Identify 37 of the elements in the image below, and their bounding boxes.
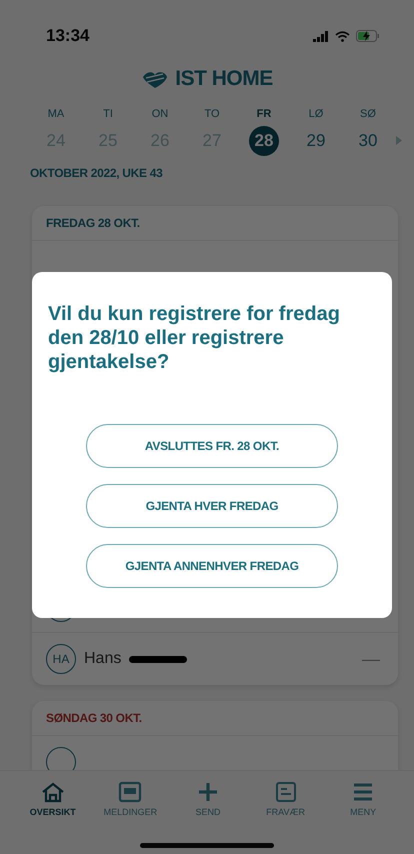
logo-icon (141, 69, 170, 89)
wifi-icon (335, 30, 350, 42)
calendar-day[interactable]: 29 (301, 126, 331, 156)
nav-tab[interactable]: FRAVÆR (246, 781, 324, 829)
status-time: 13:34 (46, 26, 90, 46)
signal-icon (313, 30, 329, 42)
plus-icon (196, 781, 219, 803)
day-heading: FREDAG 28 OKT. (32, 206, 398, 241)
option-button[interactable]: AVSLUTTES FR. 28 OKT. (86, 424, 338, 468)
nav-tab[interactable]: SEND (169, 781, 247, 829)
home-icon (40, 781, 65, 803)
nav-tab[interactable]: MELDINGER (92, 781, 170, 829)
weekday-label: MA (48, 108, 64, 120)
person-name: Hans (84, 650, 122, 668)
message-board-icon (118, 781, 142, 803)
option-button[interactable]: GJENTA HVER FREDAG (86, 484, 338, 528)
next-week-icon[interactable] (396, 136, 402, 145)
day-heading: SØNDAG 30 OKT. (32, 701, 398, 736)
month-week-label: OKTOBER 2022, UKE 43 (29, 165, 164, 180)
battery-charging-icon (356, 30, 380, 42)
form-icon (274, 781, 298, 803)
weekday-label: ON (152, 108, 168, 120)
avatar-circle: HA (46, 644, 76, 674)
weekday-label: LØ (308, 108, 324, 120)
calendar-day[interactable]: 28 (249, 126, 279, 156)
nav-tab[interactable]: MENY (324, 781, 402, 829)
weekday-label: SØ (360, 108, 376, 120)
menu-icon (352, 781, 374, 803)
dialog-question: Vil du kun registrere for fredag den 28/10 eller registrere gjentakelse? (48, 302, 341, 374)
nav-tab[interactable]: OVERSIKT (14, 781, 92, 829)
weekday-label: FR (256, 108, 272, 120)
calendar-day[interactable]: 30 (353, 126, 383, 156)
weekday-label: TI (103, 108, 113, 120)
status-dash: — (362, 648, 380, 670)
option-button[interactable]: GJENTA ANNENHVER FREDAG (86, 544, 338, 588)
weekday-label: TO (204, 108, 220, 120)
app-title: IST HOME (175, 67, 273, 91)
